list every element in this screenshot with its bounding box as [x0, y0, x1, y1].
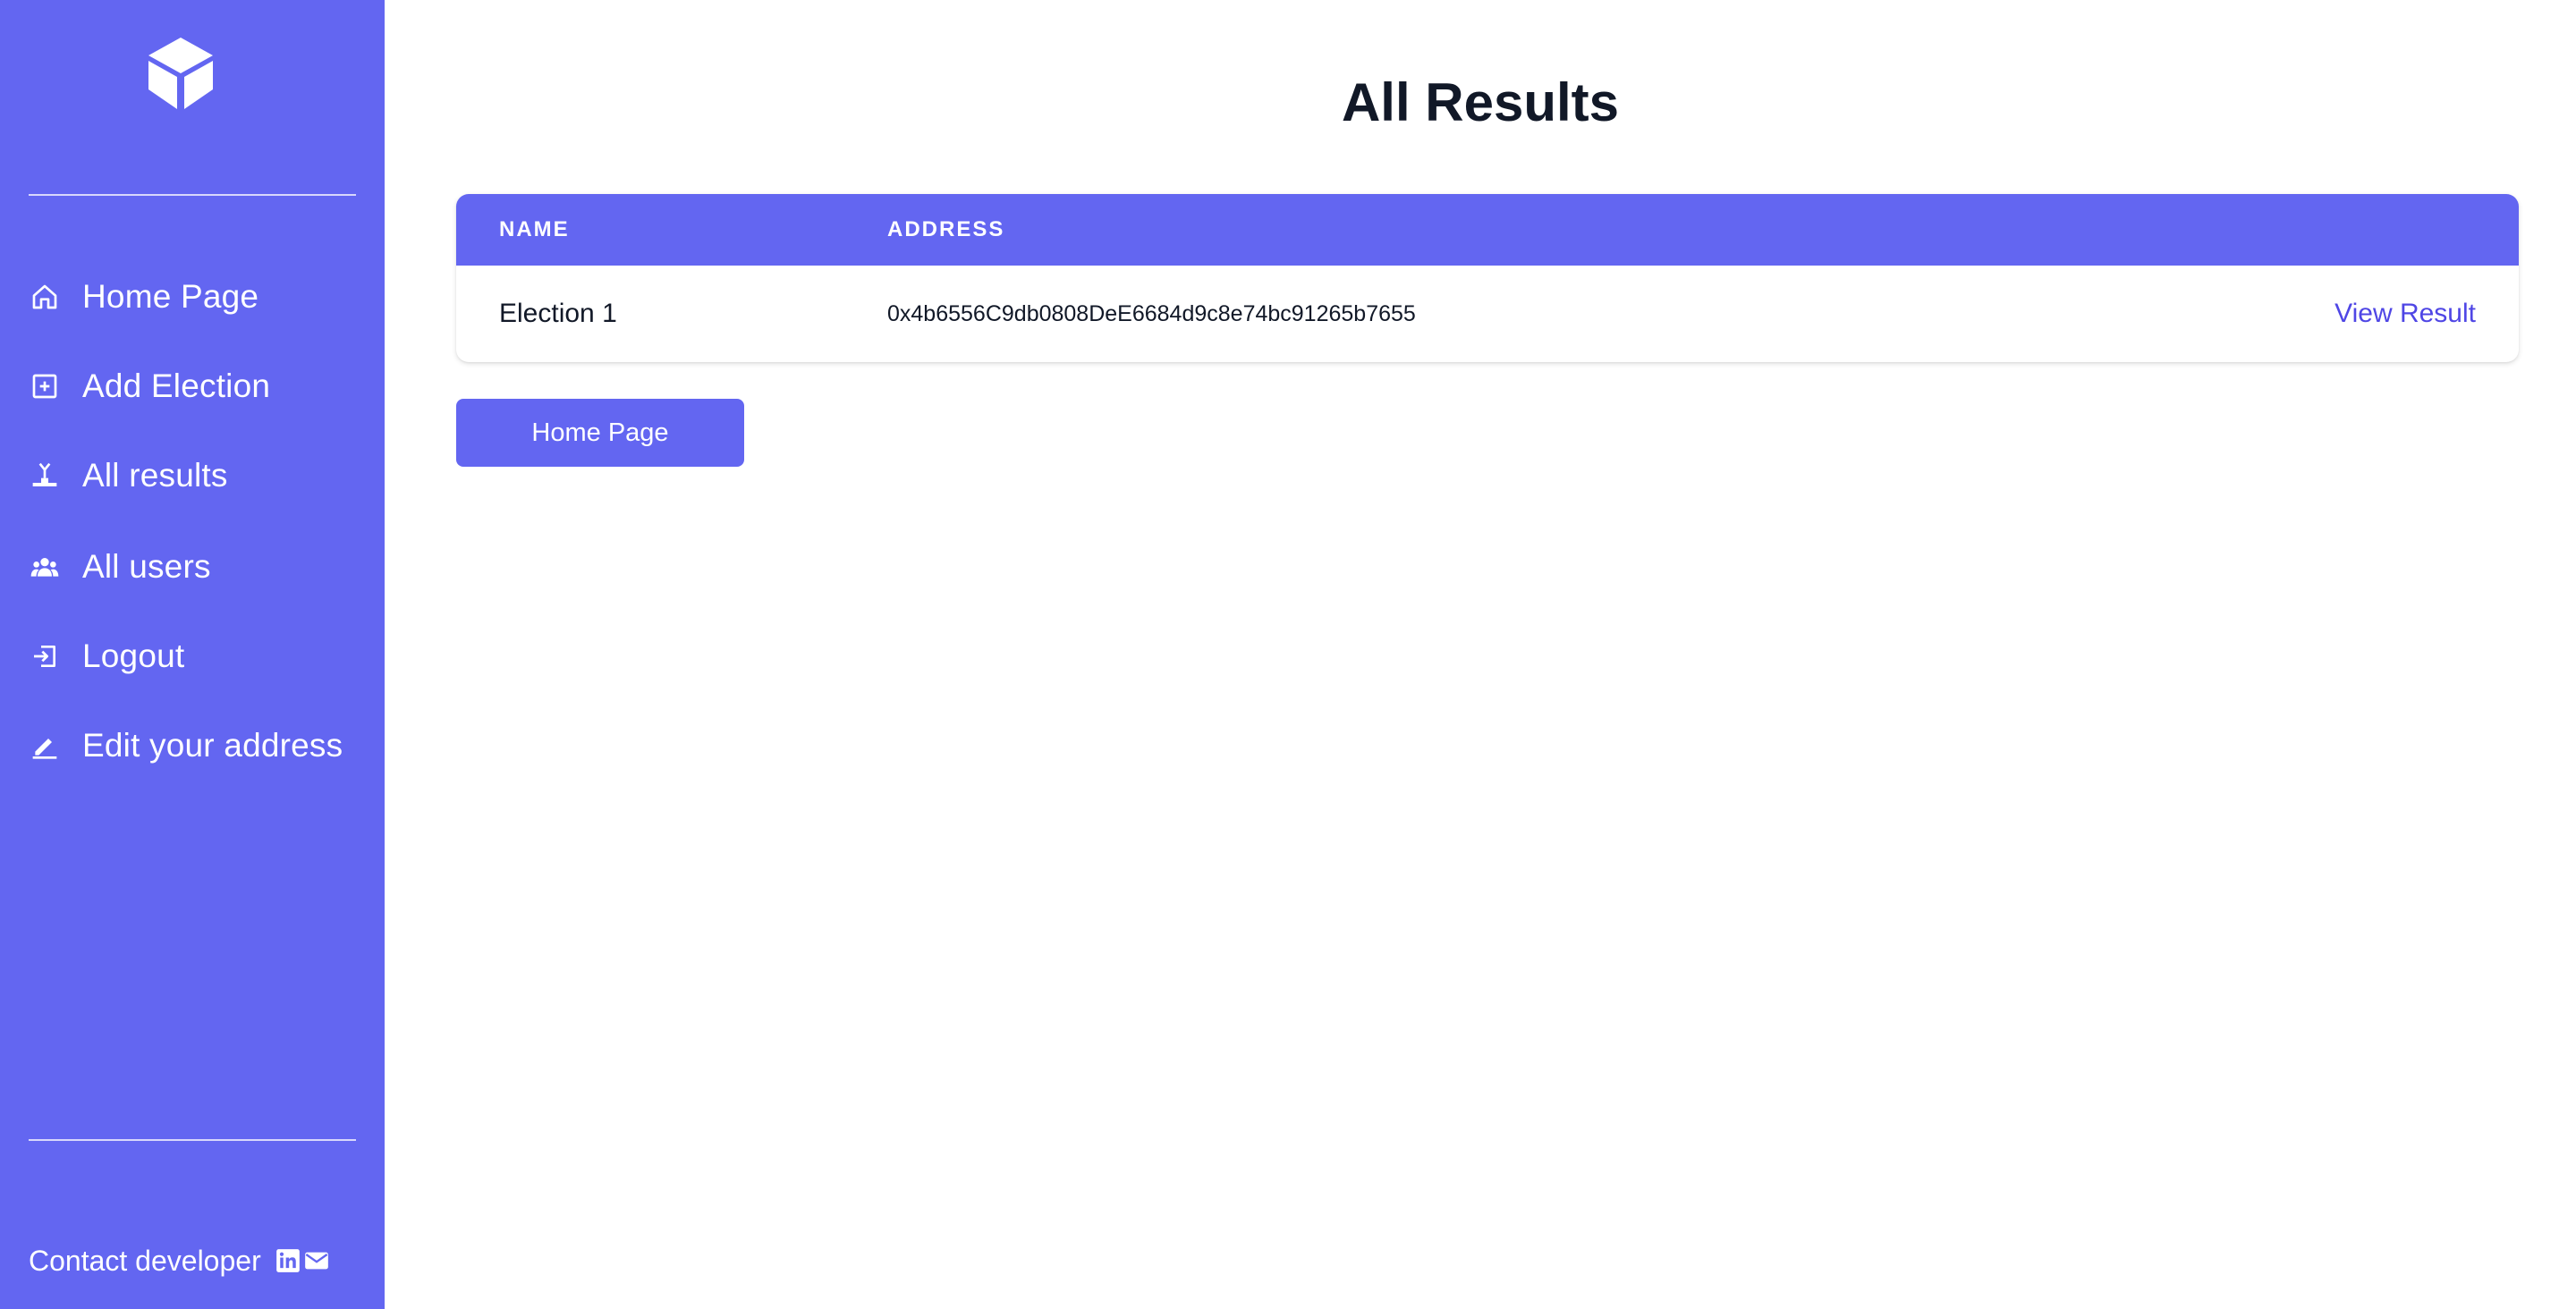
results-table: NAME ADDRESS Election 1 0x4b6556C9db0808… — [456, 194, 2519, 362]
users-icon — [29, 551, 61, 583]
election-address: 0x4b6556C9db0808DeE6684d9c8e74bc91265b76… — [887, 301, 1416, 326]
sidebar-divider-top — [29, 194, 356, 196]
sidebar-item-logout[interactable]: Logout — [29, 629, 369, 683]
logout-icon — [29, 640, 61, 672]
cube-logo-icon[interactable] — [143, 36, 218, 111]
contact-developer: Contact developer — [29, 1234, 329, 1288]
election-name: Election 1 — [499, 299, 617, 328]
sidebar-item-add-election[interactable]: Add Election — [29, 359, 369, 413]
sidebar-divider-bottom — [29, 1139, 356, 1141]
home-icon — [29, 281, 61, 313]
sidebar-item-label: All users — [82, 548, 211, 585]
sidebar-item-all-users[interactable]: All users — [29, 540, 369, 594]
page-title: All Results — [1341, 72, 1620, 132]
app-root: Home Page Add Election All results All u… — [0, 0, 2576, 1309]
sidebar-item-label: All results — [82, 457, 228, 494]
mail-icon[interactable] — [304, 1248, 329, 1273]
view-result-link[interactable]: View Result — [2334, 266, 2476, 362]
home-page-button[interactable]: Home Page — [456, 399, 744, 467]
column-header-name: NAME — [499, 217, 570, 241]
sidebar-item-all-results[interactable]: All results — [29, 449, 369, 502]
sidebar: Home Page Add Election All results All u… — [0, 0, 385, 1309]
podium-icon — [29, 460, 61, 492]
sidebar-item-label: Home Page — [82, 278, 259, 315]
table-row: Election 1 0x4b6556C9db0808DeE6684d9c8e7… — [456, 266, 2519, 362]
sidebar-item-label: Logout — [82, 638, 185, 674]
column-header-address: ADDRESS — [887, 217, 1005, 241]
sidebar-item-home[interactable]: Home Page — [29, 270, 369, 324]
linkedin-icon[interactable] — [275, 1248, 301, 1273]
sidebar-item-label: Add Election — [82, 367, 271, 404]
sidebar-item-edit-address[interactable]: Edit your address — [29, 719, 369, 773]
plus-square-icon — [29, 370, 61, 402]
sidebar-item-label: Edit your address — [82, 727, 343, 764]
table-header: NAME ADDRESS — [456, 194, 2519, 266]
pencil-icon — [29, 730, 61, 762]
contact-label: Contact developer — [29, 1244, 261, 1277]
